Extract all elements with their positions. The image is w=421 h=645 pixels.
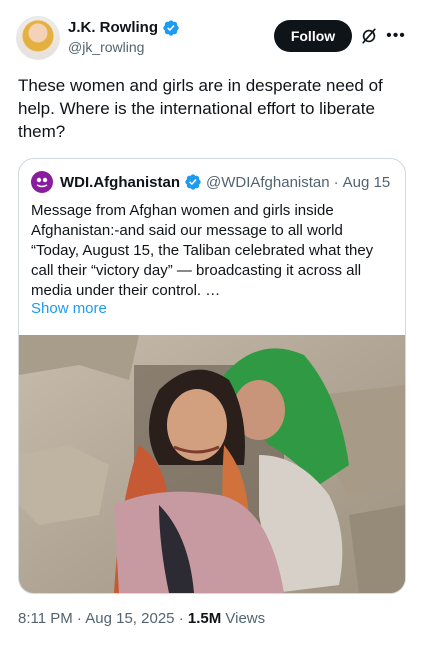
tweet-text: These women and girls are in desperate n… — [18, 76, 383, 141]
quoted-date[interactable]: Aug 15 — [343, 174, 391, 191]
author-info: J.K. Rowling @jk_rowling — [68, 18, 180, 56]
quoted-text: Message from Afghan women and girls insi… — [31, 202, 374, 299]
grok-icon[interactable] — [359, 26, 379, 46]
quoted-verified-badge-icon — [185, 174, 201, 190]
footer-separator: · — [76, 610, 82, 627]
author-handle[interactable]: @jk_rowling — [68, 38, 180, 56]
author-name[interactable]: J.K. Rowling — [68, 18, 158, 37]
author-avatar[interactable] — [16, 16, 60, 60]
photo-illustration — [19, 335, 405, 593]
quoted-avatar-logo-icon — [36, 177, 48, 188]
footer-separator: · — [178, 610, 184, 627]
quoted-handle[interactable]: @WDIAfghanistan — [206, 174, 330, 191]
quoted-name[interactable]: WDI.Afghanistan — [60, 174, 180, 191]
show-more-link[interactable]: Show more — [31, 300, 107, 317]
follow-button[interactable]: Follow — [274, 20, 352, 52]
views-label: Views — [225, 610, 266, 627]
post-time[interactable]: 8:11 PM — [18, 610, 73, 627]
tweet-header: J.K. Rowling @jk_rowling Follow ••• — [16, 16, 405, 60]
verified-badge-icon — [163, 19, 179, 36]
more-icon[interactable]: ••• — [386, 26, 406, 46]
quoted-separator: · — [333, 173, 339, 191]
tweet-footer: 8:11 PM · Aug 15, 2025 · 1.5M Views — [18, 610, 265, 627]
post-date[interactable]: Aug 15, 2025 — [85, 610, 174, 627]
quoted-tweet[interactable]: WDI.Afghanistan @WDIAfghanistan · Aug 15… — [18, 158, 406, 594]
quoted-photo[interactable] — [19, 335, 405, 593]
quoted-header: WDI.Afghanistan @WDIAfghanistan · Aug 15 — [31, 171, 390, 193]
quoted-avatar[interactable] — [31, 171, 53, 193]
views-count[interactable]: 1.5M — [188, 610, 221, 627]
